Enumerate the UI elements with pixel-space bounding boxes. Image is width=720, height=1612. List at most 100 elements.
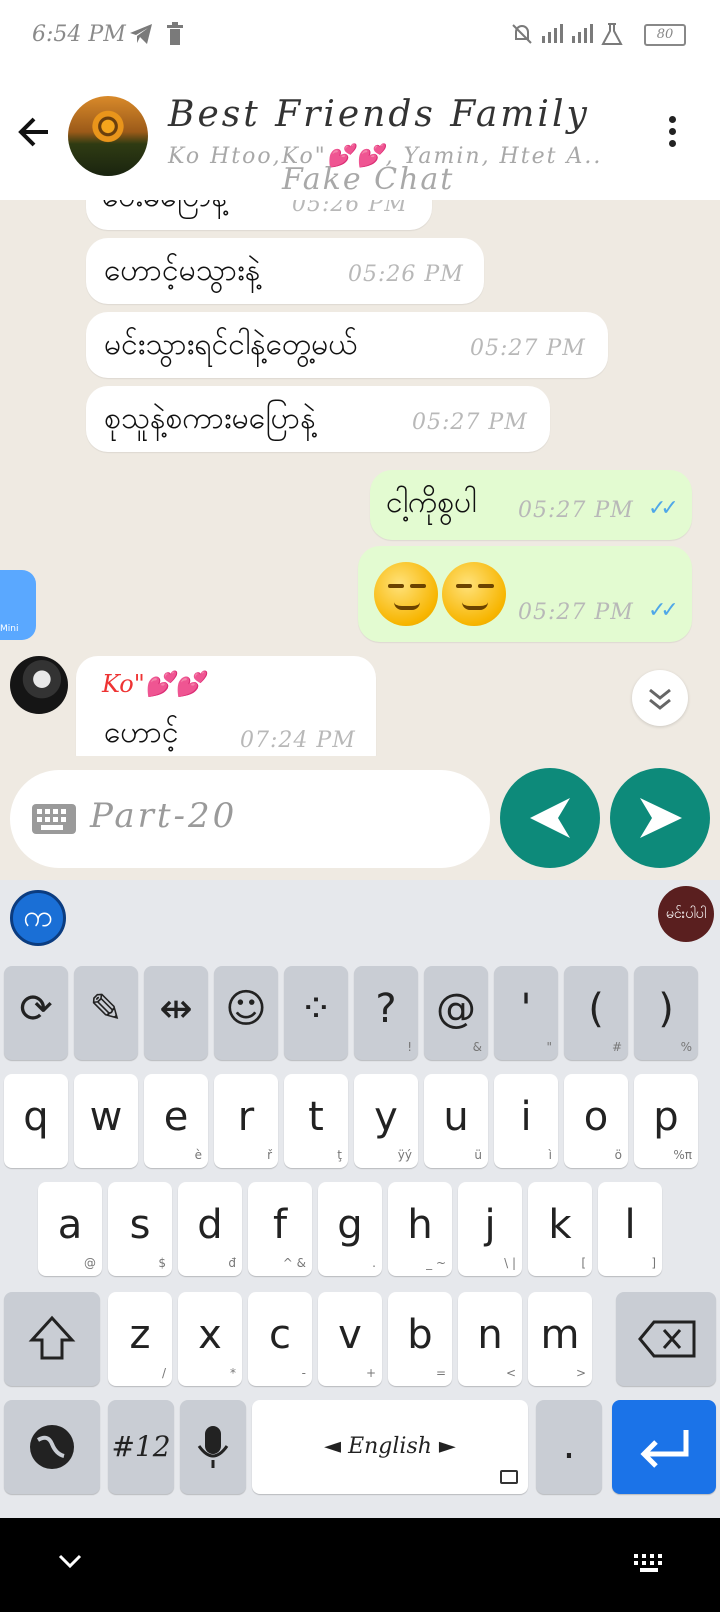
send-button[interactable]	[610, 768, 710, 868]
message-bubble-incoming[interactable]: ပေးမပြောနဲ့ 05:26 PM	[86, 200, 432, 230]
chat-area[interactable]: ပေးမပြောနဲ့ 05:26 PM ဟောင့်မသွားနဲ့ 05:2…	[0, 200, 720, 756]
symbols-key[interactable]: #12	[108, 1400, 174, 1494]
key-8[interactable]: (#	[564, 966, 628, 1060]
key-4[interactable]: ⁘	[284, 966, 348, 1060]
key-8[interactable]: l]	[598, 1182, 662, 1276]
message-bubble-incoming[interactable]: Ko"💕💕 ဟောင့် 07:24 PM	[76, 656, 376, 756]
message-input[interactable]: Part-20	[10, 770, 490, 868]
key-secondary-label: %	[680, 1040, 692, 1054]
key-3[interactable]: v +	[318, 1292, 382, 1386]
key-label: o	[583, 1094, 609, 1140]
language-globe-key[interactable]	[4, 1400, 100, 1494]
key-2[interactable]: c-	[248, 1292, 312, 1386]
system-nav-bar	[0, 1518, 720, 1612]
message-bubble-outgoing[interactable]: ငါ့ကိုစွပါ 05:27 PM ✓✓	[370, 470, 692, 540]
chevron-double-down-icon	[649, 688, 671, 710]
floating-mini-widget[interactable]: Mini	[0, 570, 36, 640]
key-4[interactable]: b =	[388, 1292, 452, 1386]
smirking-face-emoji	[442, 562, 506, 626]
key-secondary-label: #	[611, 1040, 622, 1054]
backspace-icon	[638, 1320, 696, 1358]
key-label: b	[407, 1312, 433, 1358]
key-4[interactable]: tţ	[284, 1074, 348, 1168]
key-5[interactable]: n <	[458, 1292, 522, 1386]
key-label: l	[624, 1202, 636, 1248]
key-7[interactable]: iì	[494, 1074, 558, 1168]
message-input-text[interactable]: Part-20	[90, 796, 237, 836]
key-secondary-label: è	[194, 1148, 202, 1162]
chevron-down-icon[interactable]	[56, 1552, 84, 1572]
back-arrow-icon[interactable]	[14, 112, 54, 152]
sender-name[interactable]: Ko"💕💕	[102, 670, 205, 698]
key-2[interactable]: ⇹	[144, 966, 208, 1060]
sender-avatar[interactable]	[10, 656, 68, 714]
key-6[interactable]: m >	[528, 1292, 592, 1386]
lab-flask-icon	[600, 22, 624, 52]
key-1[interactable]: ✎	[74, 966, 138, 1060]
group-title[interactable]: Best Friends Family	[168, 94, 590, 135]
message-text: ဟောင့်မသွားနဲ့	[104, 253, 261, 288]
key-4[interactable]: g.	[318, 1182, 382, 1276]
symbols-key-label: #12	[111, 1430, 171, 1463]
key-6[interactable]: @ &	[424, 966, 488, 1060]
key-0[interactable]: ⟳	[4, 966, 68, 1060]
backspace-key[interactable]	[616, 1292, 716, 1386]
key-label: ?	[375, 986, 397, 1032]
microphone-key[interactable]	[180, 1400, 246, 1494]
message-bubble-incoming[interactable]: မင်းသွားရင်ငါနဲ့တွေ့မယ် 05:27 PM	[86, 312, 608, 378]
key-7[interactable]: ' "	[494, 966, 558, 1060]
key-0[interactable]: z /	[108, 1292, 172, 1386]
key-3[interactable]: f ^ &	[248, 1182, 312, 1276]
key-3[interactable]: ☺	[214, 966, 278, 1060]
key-5[interactable]: ?!	[354, 966, 418, 1060]
key-label: @	[436, 986, 476, 1032]
shift-arrow-icon	[28, 1315, 76, 1360]
key-1[interactable]: x *	[178, 1292, 242, 1386]
message-time: 07:24 PM	[240, 728, 356, 753]
keyboard-logo[interactable]: က	[10, 890, 66, 946]
key-secondary-label: _ ~	[426, 1256, 446, 1270]
keyboard-icon[interactable]	[32, 804, 76, 834]
key-3[interactable]: rř	[214, 1074, 278, 1168]
message-bubble-outgoing[interactable]: 05:27 PM ✓✓	[358, 546, 692, 642]
key-2[interactable]: eè	[144, 1074, 208, 1168]
key-label: y	[374, 1094, 398, 1140]
key-5[interactable]: h _ ~	[388, 1182, 452, 1276]
key-6[interactable]: j \ |	[458, 1182, 522, 1276]
space-key[interactable]: ◄ English ►	[252, 1400, 528, 1494]
key-1[interactable]: s $	[108, 1182, 172, 1276]
key-0[interactable]: q	[4, 1074, 68, 1168]
key-5[interactable]: y ÿý	[354, 1074, 418, 1168]
message-bubble-incoming[interactable]: စုသူနဲ့စကားမပြောနဲ့ 05:27 PM	[86, 386, 550, 452]
message-text: ဟောင့်	[104, 715, 179, 750]
key-secondary-label: ö	[614, 1148, 622, 1162]
period-key[interactable]: .	[536, 1400, 602, 1494]
keyboard-user-badge[interactable]: မင်းပါပါ	[658, 886, 714, 942]
key-2[interactable]: dđ	[178, 1182, 242, 1276]
key-9[interactable]: )%	[634, 966, 698, 1060]
key-label: ⇹	[159, 986, 193, 1032]
key-label: p	[653, 1094, 679, 1140]
key-label: f	[272, 1202, 288, 1248]
scroll-to-bottom-button[interactable]	[632, 670, 688, 726]
message-bubble-incoming[interactable]: ဟောင့်မသွားနဲ့ 05:26 PM	[86, 238, 484, 304]
key-secondary-label: /	[161, 1366, 166, 1380]
group-avatar[interactable]	[68, 96, 148, 176]
key-7[interactable]: k[	[528, 1182, 592, 1276]
key-0[interactable]: a @	[38, 1182, 102, 1276]
key-9[interactable]: p %π	[634, 1074, 698, 1168]
period-key-label: .	[562, 1422, 576, 1468]
keyboard-switch-icon[interactable]	[632, 1552, 666, 1574]
key-1[interactable]: w	[74, 1074, 138, 1168]
key-label: c	[269, 1312, 291, 1358]
key-6[interactable]: uü	[424, 1074, 488, 1168]
more-options-icon[interactable]	[662, 116, 682, 156]
shift-key[interactable]	[4, 1292, 100, 1386]
left-arrow-button[interactable]	[500, 768, 600, 868]
enter-key[interactable]	[612, 1400, 716, 1494]
message-time: 05:27 PM	[518, 600, 634, 625]
key-8[interactable]: oö	[564, 1074, 628, 1168]
key-secondary-label: ÿý	[397, 1148, 412, 1162]
battery-indicator: 80	[644, 24, 686, 46]
globe-icon	[30, 1425, 74, 1469]
